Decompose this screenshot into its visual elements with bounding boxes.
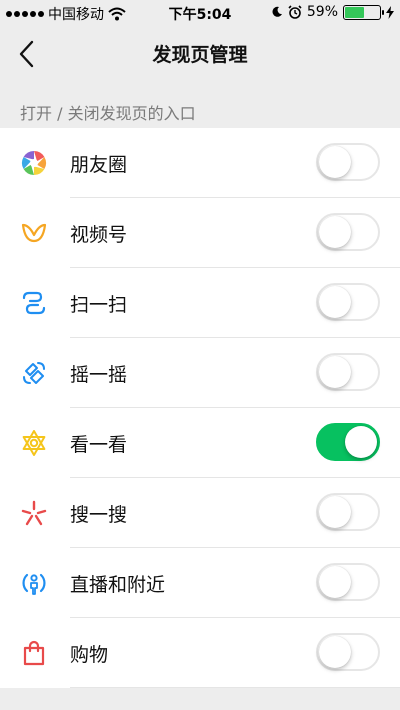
moments-icon xyxy=(21,151,47,175)
battery-fill xyxy=(345,6,365,18)
list-item-top-stories: 看一看 xyxy=(0,408,400,478)
live-nearby-icon xyxy=(22,573,46,595)
list-item-shopping: 购物 xyxy=(0,618,400,688)
item-label-channels: 视频号 xyxy=(70,224,128,246)
status-right: 59% xyxy=(271,4,394,20)
toggle-knob xyxy=(319,636,351,668)
list-item-live-nearby: 直播和附近 xyxy=(0,548,400,618)
toggle-channels[interactable] xyxy=(316,213,380,251)
top-stories-icon xyxy=(22,430,46,456)
status-bar: 中国移动 下午5:04 59% xyxy=(0,0,400,26)
nav-bar: 发现页管理 xyxy=(0,26,400,82)
battery-icon xyxy=(343,4,384,20)
channels-icon xyxy=(21,223,47,243)
toggle-top-stories[interactable] xyxy=(316,423,380,461)
battery-percent: 59% xyxy=(306,4,338,20)
item-label-scan: 扫一扫 xyxy=(70,294,128,316)
discover-entry-list: 朋友圈 视频号 扫一扫 摇一摇 看一看 搜一搜 直播和附近 购物 xyxy=(0,128,400,688)
item-label-top-stories: 看一看 xyxy=(70,434,128,456)
toggle-live-nearby[interactable] xyxy=(316,563,380,601)
toggle-knob xyxy=(319,286,351,318)
toggle-shopping[interactable] xyxy=(316,633,380,671)
item-label-live-nearby: 直播和附近 xyxy=(70,574,166,596)
shake-icon xyxy=(23,362,45,384)
item-label-search: 搜一搜 xyxy=(70,504,128,526)
moon-icon xyxy=(272,6,282,17)
item-label-moments: 朋友圈 xyxy=(70,154,128,176)
section-label: 打开 / 关闭发现页的入口 xyxy=(20,104,196,123)
list-item-scan: 扫一扫 xyxy=(0,268,400,338)
item-label-shopping: 购物 xyxy=(70,644,109,666)
search-icon xyxy=(21,500,47,526)
list-item-search: 搜一搜 xyxy=(0,478,400,548)
toggle-knob xyxy=(319,356,351,388)
scan-icon xyxy=(22,291,46,315)
list-item-channels: 视频号 xyxy=(0,198,400,268)
list-item-moments: 朋友圈 xyxy=(0,128,400,198)
toggle-shake[interactable] xyxy=(316,353,380,391)
alarm-icon xyxy=(288,5,302,19)
toggle-knob xyxy=(319,216,351,248)
divider xyxy=(70,687,400,688)
toggle-scan[interactable] xyxy=(316,283,380,321)
toggle-knob xyxy=(319,566,351,598)
item-label-shake: 摇一摇 xyxy=(70,364,128,386)
list-item-shake: 摇一摇 xyxy=(0,338,400,408)
toggle-knob xyxy=(345,426,377,458)
shopping-icon xyxy=(23,640,45,666)
page-title: 发现页管理 xyxy=(152,44,248,66)
toggle-search[interactable] xyxy=(316,493,380,531)
toggle-knob xyxy=(319,146,351,178)
toggle-moments[interactable] xyxy=(316,143,380,181)
toggle-knob xyxy=(319,496,351,528)
charging-icon xyxy=(386,5,394,19)
